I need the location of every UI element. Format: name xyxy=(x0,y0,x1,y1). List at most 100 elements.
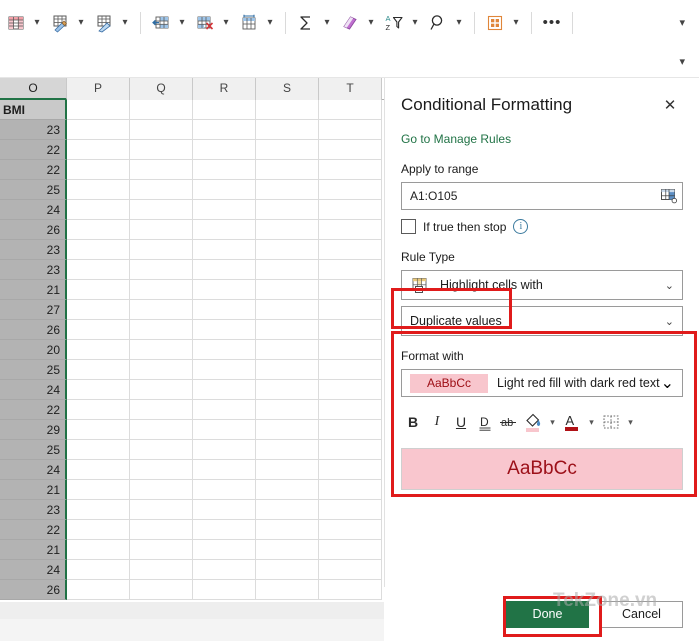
cell-q15[interactable] xyxy=(130,380,193,400)
ribbon-overflow-button[interactable]: ••• xyxy=(538,10,566,36)
cell-s7[interactable] xyxy=(256,220,319,240)
apply-to-range-input[interactable] xyxy=(402,183,656,209)
cell-t2[interactable] xyxy=(319,120,382,140)
cell-styles-button[interactable]: ▾ xyxy=(46,6,90,40)
cell-q20[interactable] xyxy=(130,480,193,500)
cell-t11[interactable] xyxy=(319,300,382,320)
range-picker-icon[interactable] xyxy=(656,183,682,209)
cell-r11[interactable] xyxy=(193,300,256,320)
cell-p5[interactable] xyxy=(67,180,130,200)
cell-p2[interactable] xyxy=(67,120,130,140)
cell-t3[interactable] xyxy=(319,140,382,160)
cell-o20[interactable]: 21 xyxy=(0,480,67,500)
cell-o21[interactable]: 23 xyxy=(0,500,67,520)
cell-p24[interactable] xyxy=(67,560,130,580)
cell-r7[interactable] xyxy=(193,220,256,240)
cell-s11[interactable] xyxy=(256,300,319,320)
cell-r9[interactable] xyxy=(193,260,256,280)
cell-s24[interactable] xyxy=(256,560,319,580)
cell-o2[interactable]: 23 xyxy=(0,120,67,140)
chevron-down-icon[interactable]: ⌄ xyxy=(665,315,674,328)
cell-s8[interactable] xyxy=(256,240,319,260)
cell-s13[interactable] xyxy=(256,340,319,360)
cell-p13[interactable] xyxy=(67,340,130,360)
cell-r2[interactable] xyxy=(193,120,256,140)
collapse-ribbon-button[interactable]: ▾ xyxy=(679,10,685,36)
cell-s17[interactable] xyxy=(256,420,319,440)
cell-p6[interactable] xyxy=(67,200,130,220)
cell-o15[interactable]: 24 xyxy=(0,380,67,400)
cell-p4[interactable] xyxy=(67,160,130,180)
cell-t8[interactable] xyxy=(319,240,382,260)
cell-r21[interactable] xyxy=(193,500,256,520)
column-header-o[interactable]: O xyxy=(0,78,67,100)
apply-to-range-row[interactable] xyxy=(401,182,683,210)
cell-q21[interactable] xyxy=(130,500,193,520)
format-as-table-button[interactable]: ▾ xyxy=(2,6,46,40)
column-header-s[interactable]: S xyxy=(256,78,319,100)
cell-p16[interactable] xyxy=(67,400,130,420)
cell-r14[interactable] xyxy=(193,360,256,380)
clear-formats-button[interactable]: ▾ xyxy=(90,6,134,40)
cell-p15[interactable] xyxy=(67,380,130,400)
cell-r17[interactable] xyxy=(193,420,256,440)
insert-cells-button[interactable]: ▾ xyxy=(147,6,191,40)
cell-t10[interactable] xyxy=(319,280,382,300)
chevron-down-icon[interactable]: ▾ xyxy=(584,410,599,434)
cell-q5[interactable] xyxy=(130,180,193,200)
fill-color-button[interactable] xyxy=(521,410,545,434)
cell-q18[interactable] xyxy=(130,440,193,460)
font-color-button[interactable]: A xyxy=(560,410,584,434)
cell-r23[interactable] xyxy=(193,540,256,560)
cell-p23[interactable] xyxy=(67,540,130,560)
sort-and-filter-button[interactable]: A Z ▾ xyxy=(380,6,424,40)
cell-t13[interactable] xyxy=(319,340,382,360)
strikethrough-button[interactable]: ab xyxy=(497,410,521,434)
cell-t19[interactable] xyxy=(319,460,382,480)
cell-o24[interactable]: 24 xyxy=(0,560,67,580)
cell-p18[interactable] xyxy=(67,440,130,460)
rule-type-select[interactable]: < Highlight cells with ⌄ xyxy=(401,270,683,300)
cell-t5[interactable] xyxy=(319,180,382,200)
cell-r22[interactable] xyxy=(193,520,256,540)
cell-o1[interactable]: BMI xyxy=(0,100,67,120)
cell-t9[interactable] xyxy=(319,260,382,280)
cell-t21[interactable] xyxy=(319,500,382,520)
horizontal-scrollbar[interactable] xyxy=(0,602,384,619)
autosum-button[interactable]: ▾ xyxy=(292,6,336,40)
cell-s14[interactable] xyxy=(256,360,319,380)
chevron-down-icon[interactable]: ⌄ xyxy=(661,373,674,393)
chevron-down-icon[interactable]: ▾ xyxy=(363,10,379,36)
cell-o4[interactable]: 22 xyxy=(0,160,67,180)
cell-t20[interactable] xyxy=(319,480,382,500)
column-header-p[interactable]: P xyxy=(67,78,130,100)
if-true-then-stop-checkbox[interactable] xyxy=(401,219,416,234)
format-cells-button[interactable]: ▾ xyxy=(235,6,279,40)
cell-s25[interactable] xyxy=(256,580,319,600)
bold-button[interactable]: B xyxy=(401,410,425,434)
cell-t23[interactable] xyxy=(319,540,382,560)
fill-button[interactable]: ▾ xyxy=(336,6,380,40)
cell-o23[interactable]: 21 xyxy=(0,540,67,560)
cell-q12[interactable] xyxy=(130,320,193,340)
cell-q4[interactable] xyxy=(130,160,193,180)
cell-r5[interactable] xyxy=(193,180,256,200)
format-with-select[interactable]: AaBbCc Light red fill with dark red text… xyxy=(401,369,683,397)
cell-r16[interactable] xyxy=(193,400,256,420)
chevron-down-icon[interactable]: ▾ xyxy=(117,10,133,36)
cell-q14[interactable] xyxy=(130,360,193,380)
cell-s20[interactable] xyxy=(256,480,319,500)
cell-t24[interactable] xyxy=(319,560,382,580)
cell-s22[interactable] xyxy=(256,520,319,540)
cell-s1[interactable] xyxy=(256,100,319,120)
cell-p1[interactable] xyxy=(67,100,130,120)
cell-o9[interactable]: 23 xyxy=(0,260,67,280)
column-header-q[interactable]: Q xyxy=(130,78,193,100)
cancel-button[interactable]: Cancel xyxy=(600,600,683,628)
cell-q16[interactable] xyxy=(130,400,193,420)
cell-r12[interactable] xyxy=(193,320,256,340)
cell-p11[interactable] xyxy=(67,300,130,320)
cell-r13[interactable] xyxy=(193,340,256,360)
cell-r6[interactable] xyxy=(193,200,256,220)
cell-p21[interactable] xyxy=(67,500,130,520)
